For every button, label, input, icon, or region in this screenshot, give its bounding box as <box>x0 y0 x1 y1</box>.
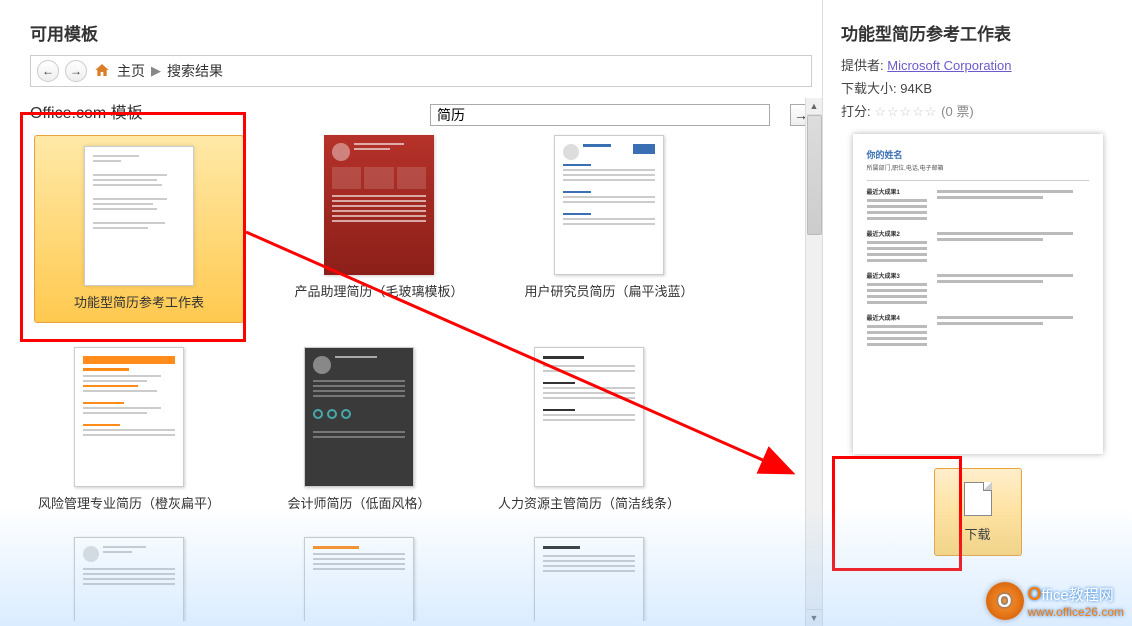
template-thumb <box>304 347 414 487</box>
available-templates-title: 可用模板 <box>30 20 812 45</box>
template-item[interactable]: 用户研究员简历（扁平浅蓝） <box>514 135 704 323</box>
rating-line: 打分: ☆☆☆☆☆ (0 票) <box>841 101 1114 120</box>
scrollbar-vertical[interactable]: ▲ ▼ <box>805 98 822 626</box>
breadcrumb-home[interactable]: 主页 <box>117 61 145 81</box>
provider-label: 提供者: <box>841 58 884 73</box>
template-label: 会计师简历（低面风格） <box>287 495 430 513</box>
preview-name: 你的姓名 <box>867 148 1089 161</box>
watermark-text1: ffice教程网 <box>1042 587 1114 604</box>
breadcrumb-current: 搜索结果 <box>167 61 223 81</box>
templates-grid-wrap: 功能型简历参考工作表 <box>30 131 812 621</box>
rating-label: 打分: <box>841 104 871 119</box>
template-thumb <box>554 135 664 275</box>
template-item[interactable] <box>494 537 684 621</box>
template-thumb <box>304 537 414 621</box>
template-item-selected[interactable]: 功能型简历参考工作表 <box>34 135 244 323</box>
scroll-up-button[interactable]: ▲ <box>806 98 822 115</box>
template-label: 用户研究员简历（扁平浅蓝） <box>524 283 693 301</box>
home-icon[interactable] <box>93 62 111 81</box>
template-thumb <box>534 537 644 621</box>
template-item[interactable] <box>264 537 454 621</box>
template-thumb <box>74 537 184 621</box>
template-label: 人力资源主管简历（简洁线条） <box>498 495 680 513</box>
template-thumb <box>84 146 194 286</box>
watermark-text2: www.office26.com <box>1028 605 1125 619</box>
template-item[interactable]: 产品助理简历（毛玻璃模板） <box>284 135 474 323</box>
watermark-badge-icon: O <box>986 582 1024 620</box>
template-preview: 你的姓名 所属部门,职位,电话,电子邮箱 最近大成果1 最近大成果2 最近大成果… <box>853 134 1103 454</box>
scroll-down-button[interactable]: ▼ <box>806 609 822 626</box>
main-layout: 可用模板 ← → 主页 ▶ 搜索结果 Office.com 模板 → <box>0 0 1132 626</box>
search-input[interactable] <box>430 104 770 126</box>
download-button[interactable]: 下载 <box>934 468 1022 556</box>
size-label: 下载大小: <box>841 81 897 96</box>
download-label: 下载 <box>964 524 990 543</box>
nav-back-button[interactable]: ← <box>37 60 59 82</box>
template-thumb <box>74 347 184 487</box>
template-label: 风险管理专业简历（橙灰扁平） <box>38 495 220 513</box>
template-label: 功能型简历参考工作表 <box>74 294 204 312</box>
templates-pane: 可用模板 ← → 主页 ▶ 搜索结果 Office.com 模板 → <box>0 0 823 626</box>
scroll-thumb[interactable] <box>807 115 822 235</box>
details-pane: 功能型简历参考工作表 提供者: Microsoft Corporation 下载… <box>823 0 1132 626</box>
template-item[interactable]: 风险管理专业简历（橙灰扁平） <box>34 347 224 513</box>
template-thumb <box>534 347 644 487</box>
size-value: 94KB <box>900 81 932 96</box>
nav-forward-button[interactable]: → <box>65 60 87 82</box>
size-line: 下载大小: 94KB <box>841 78 1114 97</box>
chevron-right-icon: ▶ <box>151 63 161 79</box>
document-icon <box>964 482 992 516</box>
template-thumb <box>324 135 434 275</box>
provider-line: 提供者: Microsoft Corporation <box>841 55 1114 74</box>
template-item[interactable] <box>34 537 224 621</box>
vote-count: (0 票) <box>941 104 974 119</box>
breadcrumb-bar: ← → 主页 ▶ 搜索结果 <box>30 55 812 87</box>
template-item[interactable]: 人力资源主管简历（简洁线条） <box>494 347 684 513</box>
template-label: 产品助理简历（毛玻璃模板） <box>294 283 463 301</box>
office-com-templates-label: Office.com 模板 <box>30 99 410 123</box>
details-title: 功能型简历参考工作表 <box>841 20 1114 45</box>
template-item[interactable]: 会计师简历（低面风格） <box>264 347 454 513</box>
star-icons[interactable]: ☆☆☆☆☆ <box>874 104 937 119</box>
templates-grid: 功能型简历参考工作表 <box>30 131 812 621</box>
provider-link[interactable]: Microsoft Corporation <box>887 58 1011 73</box>
preview-subtitle: 所属部门,职位,电话,电子邮箱 <box>867 163 1089 172</box>
watermark: O Office教程网 www.office26.com <box>986 582 1125 620</box>
